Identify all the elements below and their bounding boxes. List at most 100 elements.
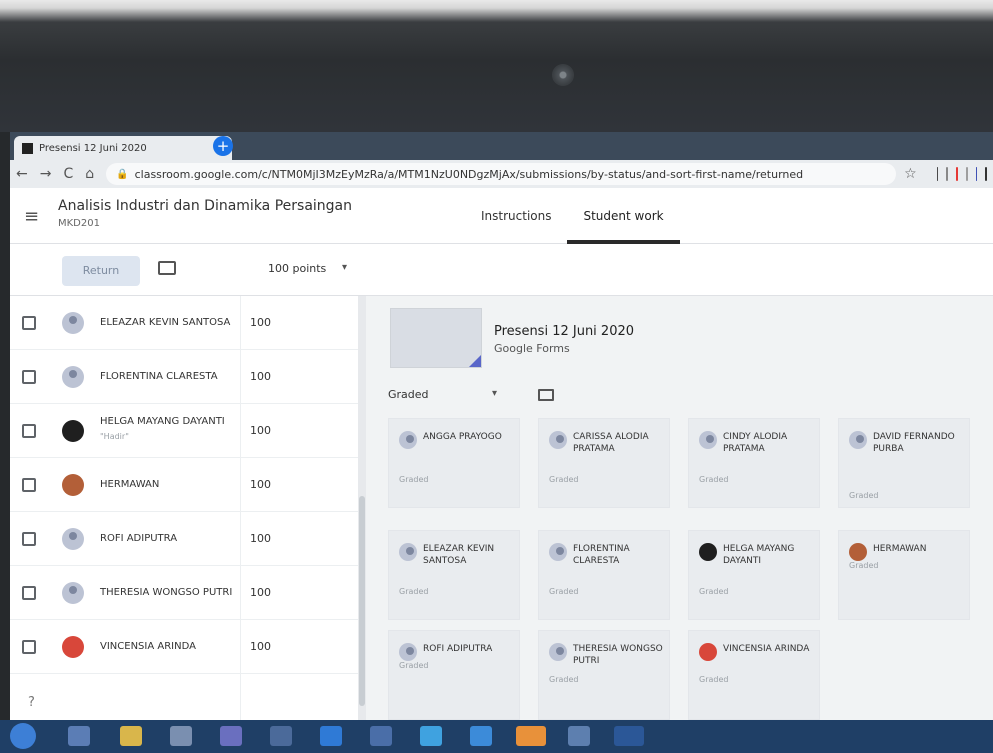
student-row[interactable]: FLORENTINA CLARESTA 100 [10,350,362,404]
tab-student-work[interactable]: Student work [567,188,680,244]
student-checkbox[interactable] [22,315,36,330]
submission-tile[interactable]: DAVID FERNANDO PURBA Graded [838,418,970,508]
star-icon[interactable]: ☆ [904,166,917,182]
tile-status: Graded [699,475,729,484]
student-row[interactable]: HERMAWAN 100 [10,458,362,512]
tab-instructions[interactable]: Instructions [465,188,567,244]
submission-tile[interactable]: ROFI ADIPUTRA Graded [388,630,520,720]
chevron-down-icon[interactable]: ▾ [492,388,497,399]
taskbar-app-icon[interactable] [220,726,242,746]
submissions-panel: Presensi 12 Juni 2020 Google Forms Grade… [366,296,993,720]
submission-tile[interactable]: CINDY ALODIA PRATAMA Graded [688,418,820,508]
back-icon[interactable]: ← [16,166,28,182]
course-title[interactable]: Analisis Industri dan Dinamika Persainga… [58,198,352,214]
circle-icon[interactable] [985,167,988,181]
profile-s-icon[interactable] [975,167,978,181]
avatar [62,365,84,388]
taskbar-app-icon[interactable] [370,726,392,746]
tile-status: Graded [849,561,879,570]
taskbar-app-icon[interactable] [270,726,292,746]
url-text: classroom.google.com/c/NTM0MjI3MzEyMzRa/… [134,167,804,181]
reload-icon[interactable]: C [63,166,73,182]
submission-tile[interactable]: THERESIA WONGSO PUTRI Graded [538,630,670,720]
forward-icon[interactable]: → [40,166,52,182]
student-row[interactable]: VINCENSIA ARINDA 100 [10,620,362,674]
submission-tile[interactable]: FLORENTINA CLARESTA Graded [538,530,670,620]
student-checkbox[interactable] [22,585,36,600]
extension-icon[interactable] [936,167,939,181]
student-score[interactable]: 100 [250,640,271,653]
student-row[interactable]: HELGA MAYANG DAYANTI "Hadir" 100 [10,404,362,458]
points-select[interactable]: 100 points [268,262,326,275]
student-score[interactable]: 100 [250,586,271,599]
heart-icon[interactable] [956,167,958,181]
return-button[interactable]: Return [62,256,140,286]
student-name: VINCENSIA ARINDA [100,641,196,652]
new-tab-button[interactable]: + [213,136,233,156]
help-icon[interactable]: ? [28,695,35,710]
tile-status: Graded [399,587,429,596]
bezel-left [0,132,10,753]
status-filter-select[interactable]: Graded [388,388,429,401]
start-icon[interactable] [10,723,36,749]
avatar [549,543,567,561]
submission-tile[interactable]: CARISSA ALODIA PRATAMA Graded [538,418,670,508]
toolbar: Return 100 points ▾ [10,244,993,296]
tile-student-name: HELGA MAYANG DAYANTI [723,544,795,566]
student-checkbox[interactable] [22,423,36,438]
avatar [62,419,84,442]
browser-tab-title: Presensi 12 Juni 2020 [39,142,147,154]
assignment-card[interactable]: Presensi 12 Juni 2020 Google Forms [390,308,974,368]
taskbar-app-icon[interactable] [568,726,590,746]
menu-icon[interactable]: ≡ [24,206,39,227]
taskbar-app-icon[interactable] [170,726,192,746]
student-checkbox[interactable] [22,639,36,654]
student-checkbox[interactable] [22,477,36,492]
folder-icon[interactable] [120,726,142,746]
submission-tile[interactable]: HERMAWAN Graded [838,530,970,620]
taskbar-app-icon[interactable] [68,726,90,746]
folder-icon[interactable] [538,389,554,401]
url-input[interactable]: 🔒 classroom.google.com/c/NTM0MjI3MzEyMzR… [106,163,897,185]
tile-student-name: DAVID FERNANDO PURBA [873,432,955,454]
chevron-down-icon[interactable]: ▾ [342,262,347,273]
tile-status: Graded [849,491,879,500]
word-icon[interactable] [614,726,644,746]
taskbar-app-icon[interactable] [420,726,442,746]
laptop-bezel [0,0,993,132]
student-score[interactable]: 100 [250,316,271,329]
student-row[interactable]: ROFI ADIPUTRA 100 [10,512,362,566]
submission-tile[interactable]: VINCENSIA ARINDA Graded [688,630,820,720]
tile-student-name: ROFI ADIPUTRA [423,644,493,654]
scrollbar-thumb[interactable] [359,496,365,706]
student-score[interactable]: 100 [250,478,271,491]
apps-grid-icon[interactable] [946,167,949,181]
avatar [549,431,567,449]
student-row[interactable]: THERESIA WONGSO PUTRI 100 [10,566,362,620]
avatar [62,581,84,604]
student-checkbox[interactable] [22,369,36,384]
student-score[interactable]: 100 [250,424,271,437]
ie-icon[interactable] [320,726,342,746]
video-icon[interactable] [470,726,492,746]
submission-tile[interactable]: ANGGA PRAYOGO Graded [388,418,520,508]
header-tabs: Instructions Student work [465,188,680,244]
browser-tab[interactable]: Presensi 12 Juni 2020 × [14,136,232,160]
screenshot-icon[interactable] [965,167,968,181]
assignment-title: Presensi 12 Juni 2020 [494,324,635,339]
address-bar-row: ← → C ⌂ 🔒 classroom.google.com/c/NTM0MjI… [10,160,993,188]
student-row[interactable]: ELEAZAR KEVIN SANTOSA 100 [10,296,362,350]
home-icon[interactable]: ⌂ [85,166,94,182]
tile-status: Graded [399,475,429,484]
submission-tile[interactable]: HELGA MAYANG DAYANTI Graded [688,530,820,620]
chrome-icon[interactable] [516,726,546,746]
student-list: ELEAZAR KEVIN SANTOSA 100 FLORENTINA CLA… [10,296,362,720]
student-score[interactable]: 100 [250,532,271,545]
submission-tile[interactable]: ELEAZAR KEVIN SANTOSA Graded [388,530,520,620]
student-checkbox[interactable] [22,531,36,546]
student-name: ELEAZAR KEVIN SANTOSA [100,317,231,328]
student-score[interactable]: 100 [250,370,271,383]
student-name: HELGA MAYANG DAYANTI [100,416,225,427]
email-icon[interactable] [158,261,176,275]
content-area: ELEAZAR KEVIN SANTOSA 100 FLORENTINA CLA… [10,296,993,720]
